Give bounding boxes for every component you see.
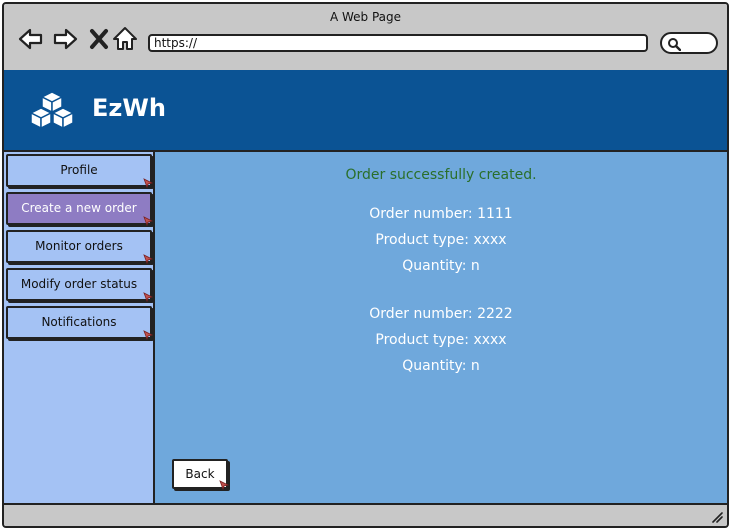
search-icon [668, 38, 681, 51]
link-marker-icon [143, 292, 153, 302]
status-bar [4, 503, 727, 526]
sidebar-item-label: Monitor orders [35, 239, 123, 253]
order-product-type: Product type: xxxx [375, 232, 507, 248]
window-title: A Web Page [329, 10, 402, 24]
sidebar-item-notifications[interactable]: Notifications [6, 306, 153, 340]
sidebar-item-modify-order-status[interactable]: Modify order status [6, 268, 153, 302]
forward-arrow-icon[interactable] [52, 26, 78, 52]
sidebar-item-label: Modify order status [20, 277, 138, 291]
link-marker-icon [143, 216, 153, 226]
sidebar-item-label: Notifications [41, 315, 117, 329]
url-input[interactable]: https:// [148, 34, 648, 52]
order-number: Order number: 2222 [369, 306, 513, 322]
order-number: Order number: 1111 [369, 206, 513, 222]
back-arrow-icon[interactable] [18, 26, 44, 52]
sidebar-item-label: Create a new order [21, 201, 137, 215]
link-marker-icon [143, 330, 153, 340]
order-quantity: Quantity: n [402, 258, 480, 274]
order-product-type: Product type: xxxx [375, 332, 507, 348]
sidebar: Profile Create a new order Monitor order… [4, 150, 155, 503]
sidebar-item-profile[interactable]: Profile [6, 154, 153, 188]
success-message: Order successfully created. [345, 167, 537, 183]
main-content: Order successfully created. Order number… [155, 150, 727, 503]
app-header: EzWh [4, 70, 727, 150]
browser-window: A Web Page https:// EzWh Profile Create … [2, 2, 729, 528]
back-button[interactable]: Back [172, 459, 229, 490]
link-marker-icon [143, 254, 153, 264]
search-input[interactable] [660, 32, 718, 54]
order-quantity: Quantity: n [402, 358, 480, 374]
browser-titlebar: A Web Page https:// [4, 4, 727, 70]
boxes-logo-icon [30, 91, 74, 129]
sidebar-item-create-order[interactable]: Create a new order [6, 192, 153, 226]
sidebar-item-label: Profile [60, 163, 98, 177]
back-button-label: Back [185, 467, 215, 481]
app-name: EzWh [92, 94, 166, 122]
link-marker-icon [219, 480, 229, 490]
sidebar-item-monitor-orders[interactable]: Monitor orders [6, 230, 153, 264]
link-marker-icon [143, 178, 153, 188]
resize-grip-icon[interactable] [709, 509, 723, 523]
home-icon[interactable] [112, 26, 138, 52]
close-icon[interactable] [86, 26, 112, 52]
